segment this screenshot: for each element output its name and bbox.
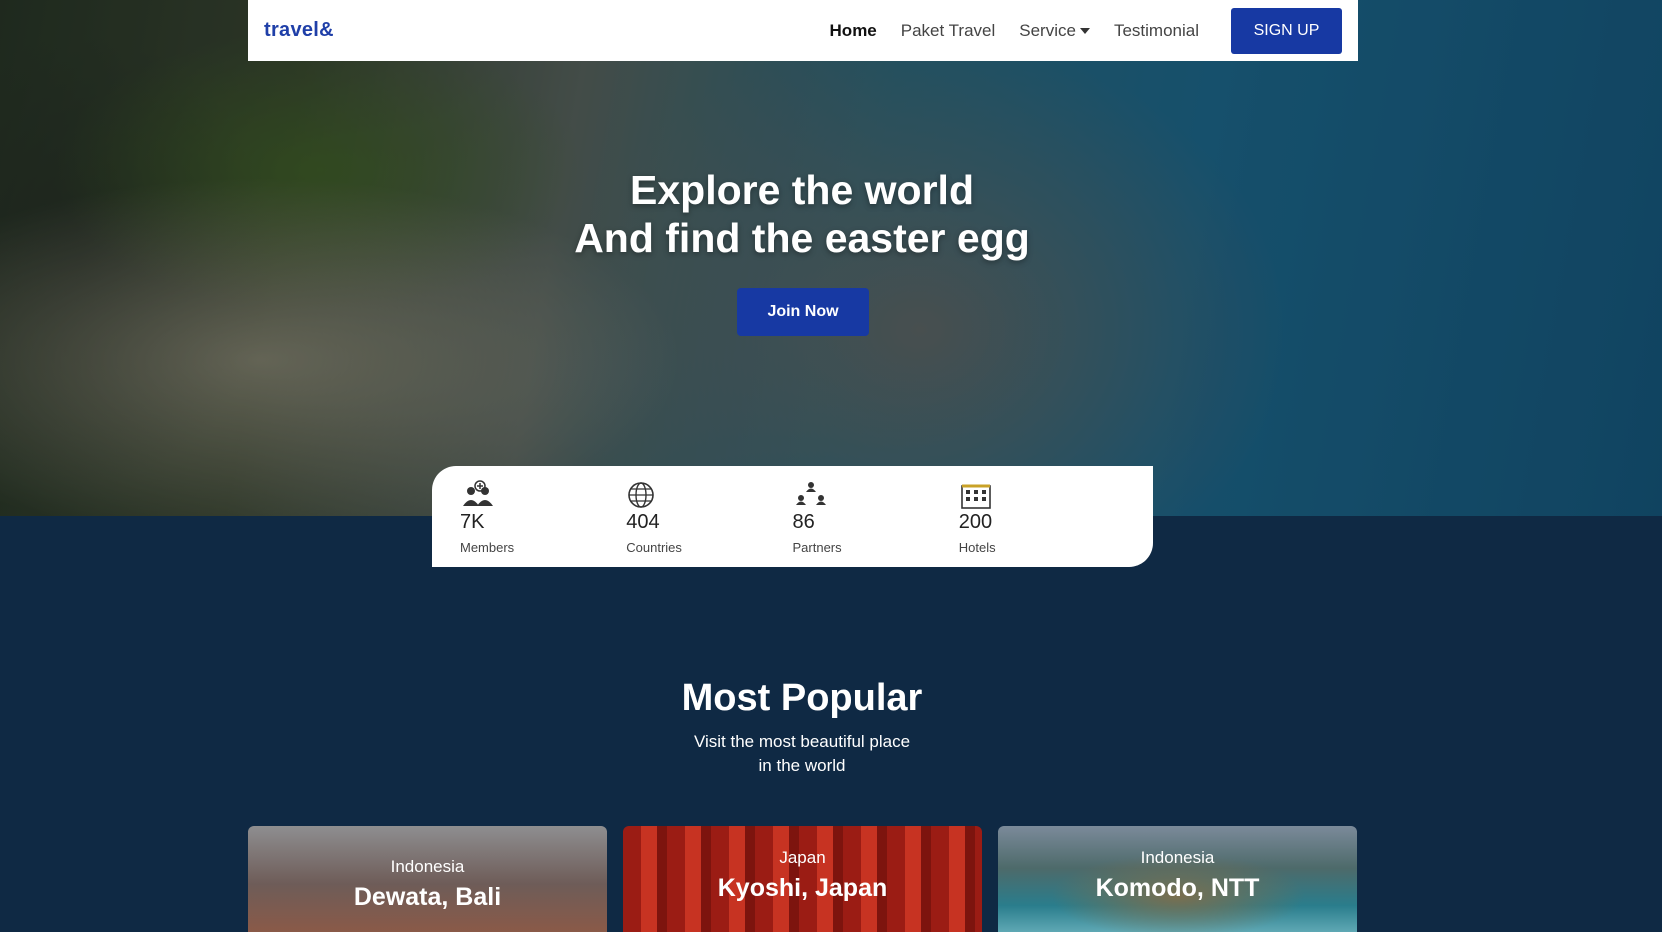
most-popular-subtitle-line2: in the world xyxy=(758,756,846,775)
stat-countries: 404 Countries xyxy=(626,480,792,567)
stat-members-label: Members xyxy=(460,540,515,555)
brand-logo[interactable]: travel& xyxy=(264,19,334,42)
join-now-button[interactable]: Join Now xyxy=(737,288,869,336)
stat-members: 7K Members xyxy=(460,480,626,567)
stats-panel: 7K Members 404 Countries 86 Partners 200… xyxy=(432,466,1153,567)
destination-cards: Indonesia Dewata, Bali Japan Kyoshi, Jap… xyxy=(248,826,1358,932)
hero-title: Explore the world And find the easter eg… xyxy=(0,166,1604,262)
stat-partners: 86 Partners xyxy=(793,480,959,567)
stat-members-value: 7K xyxy=(460,511,485,533)
nav-link-home[interactable]: Home xyxy=(818,21,889,41)
hero-title-line1: Explore the world xyxy=(630,167,974,213)
chevron-down-icon xyxy=(1079,28,1090,35)
nav-link-testimonial[interactable]: Testimonial xyxy=(1102,21,1211,41)
nav-link-service[interactable]: Service xyxy=(1007,21,1102,41)
nav-links: Home Paket Travel Service Testimonial SI… xyxy=(818,7,1342,54)
stat-partners-label: Partners xyxy=(792,540,842,555)
members-icon xyxy=(463,480,493,506)
stat-countries-value: 404 xyxy=(626,511,660,533)
nav-link-service-label: Service xyxy=(1019,20,1076,40)
most-popular-title: Most Popular xyxy=(681,677,923,719)
signup-button[interactable]: SIGN UP xyxy=(1231,7,1342,54)
navbar: travel& Home Paket Travel Service Testim… xyxy=(248,0,1358,61)
most-popular-subtitle-line1: Visit the most beautiful place xyxy=(693,732,911,751)
card-place: Dewata, Bali xyxy=(353,883,502,911)
stat-countries-label: Countries xyxy=(626,540,682,555)
partners-icon xyxy=(795,482,826,505)
hotel-icon xyxy=(960,484,991,509)
card-country: Indonesia xyxy=(1140,848,1215,867)
destination-card-japan[interactable]: Japan Kyoshi, Japan xyxy=(623,826,982,932)
nav-link-paket-travel[interactable]: Paket Travel xyxy=(889,21,1008,41)
stat-partners-value: 86 xyxy=(792,511,815,533)
stat-hotels-value: 200 xyxy=(958,511,993,533)
destination-card-bali[interactable]: Indonesia Dewata, Bali xyxy=(248,826,607,932)
globe-icon xyxy=(628,482,655,508)
card-country: Indonesia xyxy=(390,857,465,876)
hero-title-line2: And find the easter egg xyxy=(574,215,1030,261)
card-place: Kyoshi, Japan xyxy=(717,874,888,902)
card-country: Japan xyxy=(779,848,826,867)
stat-hotels-label: Hotels xyxy=(958,540,996,555)
card-place: Komodo, NTT xyxy=(1095,874,1260,902)
destination-card-komodo[interactable]: Indonesia Komodo, NTT xyxy=(998,826,1357,932)
stat-hotels: 200 Hotels xyxy=(959,480,1125,567)
most-popular-subtitle: Visit the most beautiful place in the wo… xyxy=(0,730,1604,778)
